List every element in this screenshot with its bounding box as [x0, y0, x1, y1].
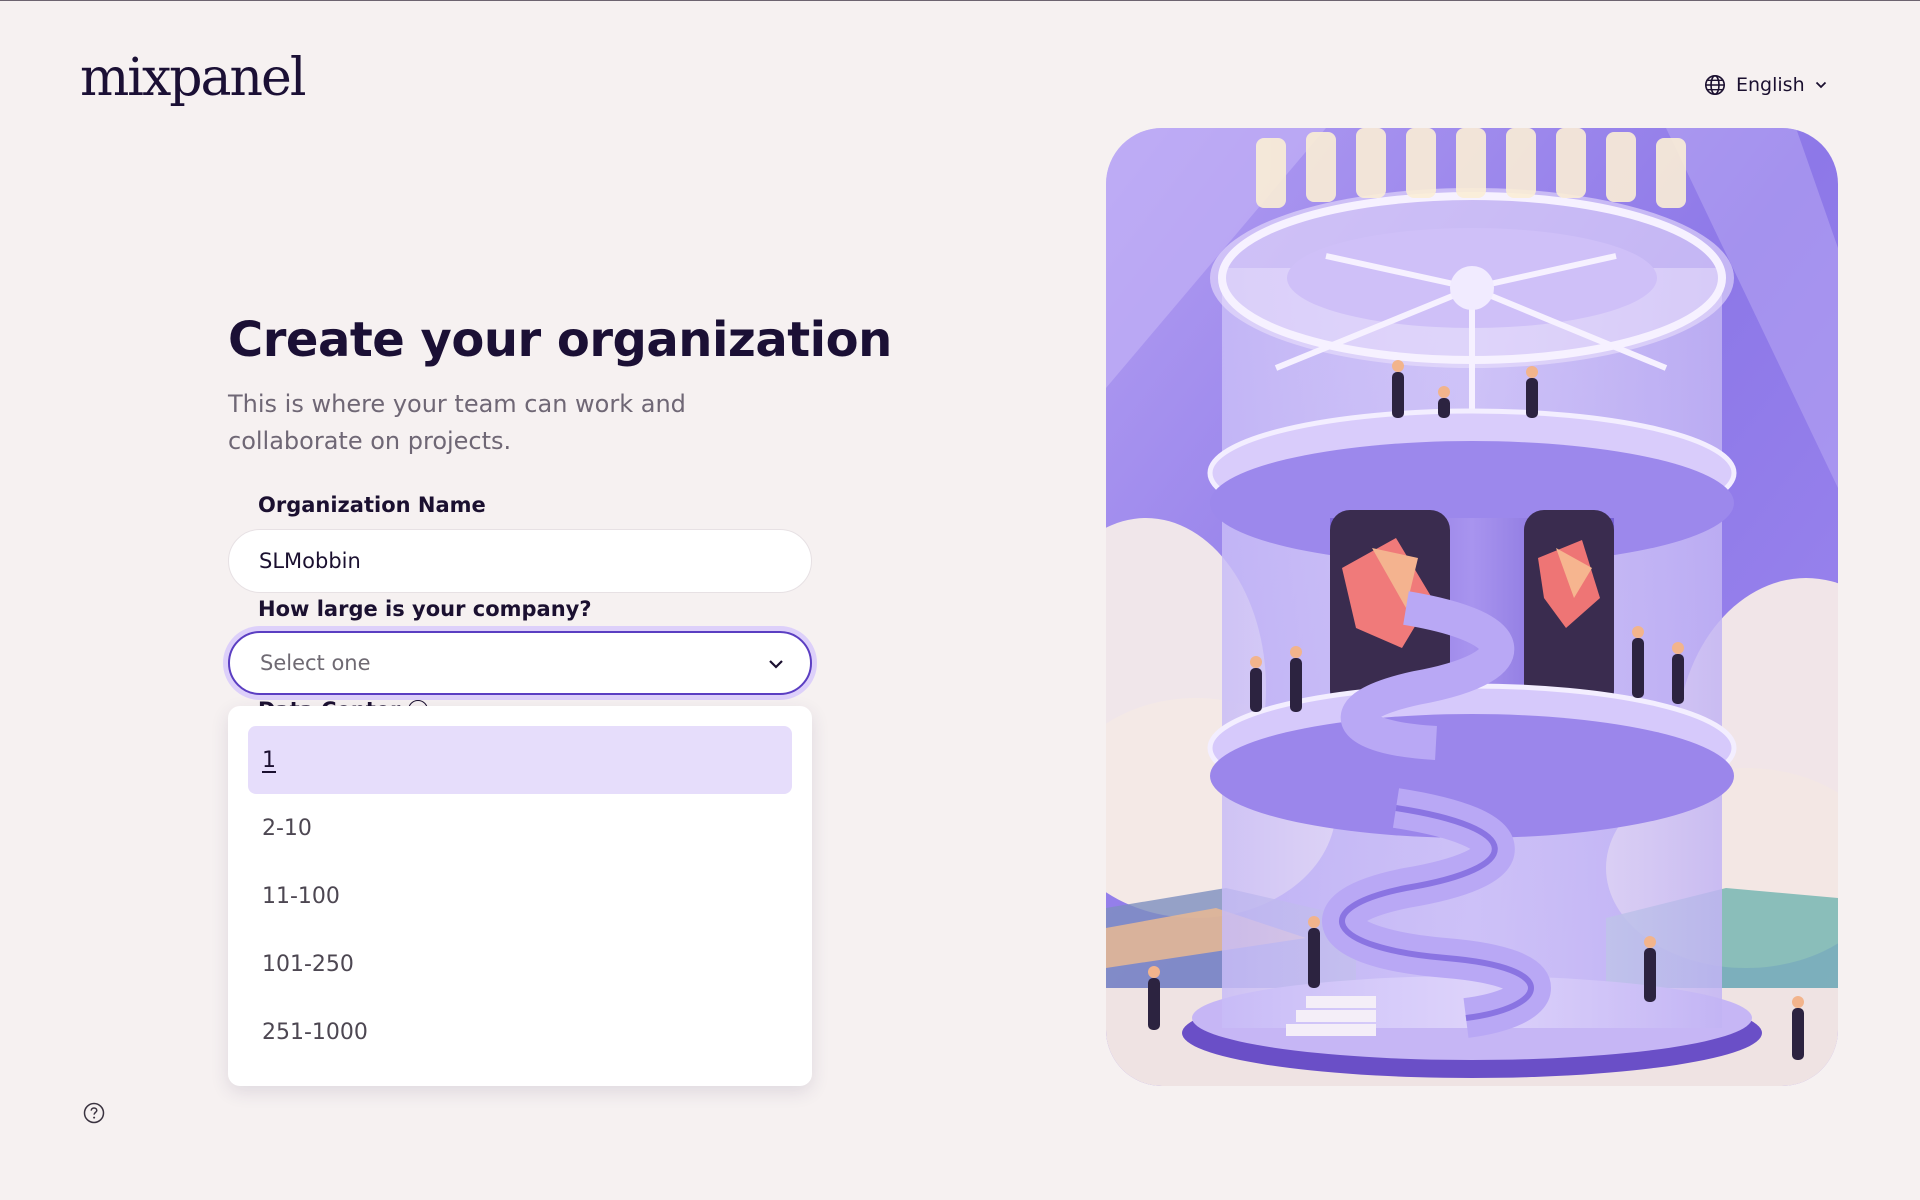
- question-circle-icon: [83, 1102, 105, 1128]
- company-size-option[interactable]: 101-250: [248, 930, 792, 998]
- help-button[interactable]: [83, 1102, 105, 1124]
- globe-icon: [1704, 74, 1726, 96]
- company-size-option[interactable]: 11-100: [248, 862, 792, 930]
- page-title: Create your organization: [228, 312, 892, 368]
- company-size-dropdown: 1 2-10 11-100 101-250 251-1000: [228, 706, 812, 1086]
- company-size-placeholder: Select one: [260, 651, 371, 675]
- chevron-down-icon: [768, 654, 784, 673]
- page-subtitle: This is where your team can work and col…: [228, 390, 686, 455]
- language-label: English: [1736, 74, 1805, 96]
- org-name-input[interactable]: [228, 529, 812, 593]
- company-size-option[interactable]: 1: [248, 726, 792, 794]
- window-top-border: [0, 0, 1920, 1]
- company-size-option[interactable]: 251-1000: [248, 998, 792, 1066]
- mixpanel-logo[interactable]: mixpanel: [80, 52, 306, 104]
- company-size-option[interactable]: 2-10: [248, 794, 792, 862]
- chevron-down-icon: [1815, 81, 1827, 89]
- tower-illustration-art: [1106, 128, 1838, 1086]
- hero-illustration: [1106, 128, 1838, 1086]
- language-selector[interactable]: English: [1704, 74, 1827, 96]
- org-name-label: Organization Name: [258, 493, 486, 517]
- company-size-label: How large is your company?: [258, 597, 592, 621]
- company-size-select[interactable]: Select one: [228, 631, 812, 695]
